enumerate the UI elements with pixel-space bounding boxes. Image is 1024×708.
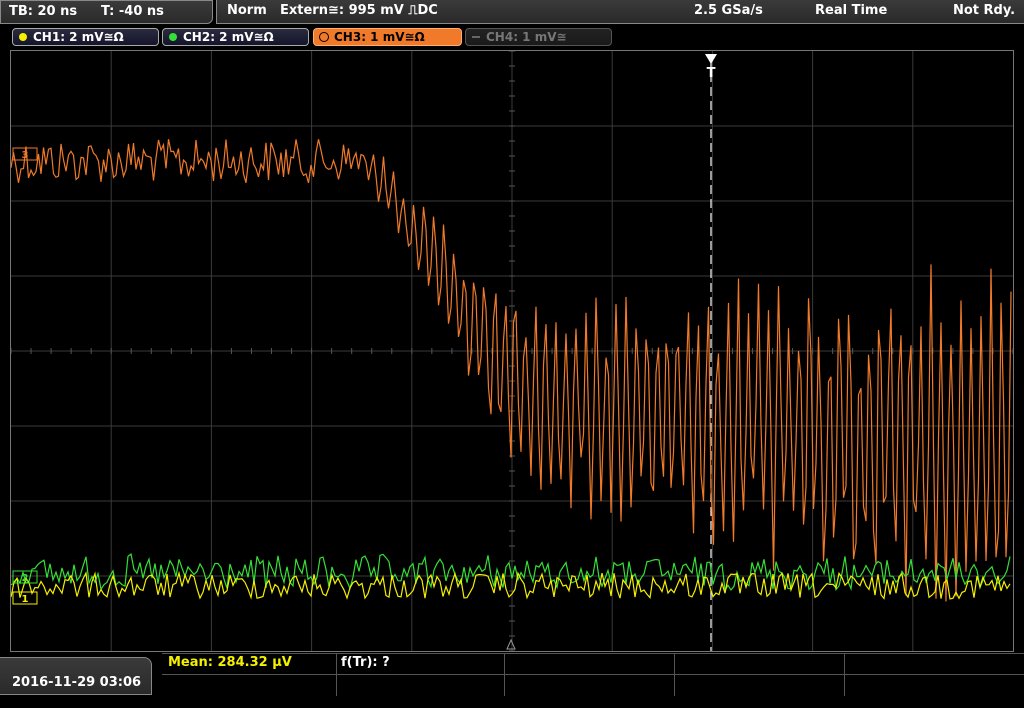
measurement-slot-8[interactable] bbox=[505, 674, 675, 696]
measurement-slot-5[interactable] bbox=[845, 654, 1024, 674]
rise-freq-value: f(Tr): ? bbox=[341, 655, 390, 670]
trigger-mode: Norm bbox=[227, 3, 267, 18]
channel-1-button[interactable]: CH1: 2 mV≅Ω bbox=[12, 28, 159, 46]
trigger-source: Extern≅: 995 mV ⎍DC bbox=[280, 3, 438, 18]
channel-2-label: CH2: 2 mV≅Ω bbox=[183, 30, 274, 44]
ch4-indicator-icon bbox=[472, 36, 480, 38]
trigger-arrow-icon[interactable] bbox=[705, 54, 717, 64]
graticule bbox=[11, 51, 1013, 651]
measurement-slot-4[interactable] bbox=[675, 654, 845, 674]
waveform-display[interactable]: T 3 2 1 bbox=[10, 50, 1014, 652]
measurement-slot-9[interactable] bbox=[675, 674, 845, 696]
measurement-slot-3[interactable] bbox=[505, 654, 675, 674]
channel-1-label: CH1: 2 mV≅Ω bbox=[33, 30, 124, 44]
channel-3-button[interactable]: CH3: 1 mV≅Ω bbox=[313, 28, 462, 46]
channel-4-button[interactable]: CH4: 1 mV≅ bbox=[465, 28, 612, 46]
sample-rate: 2.5 GSa/s bbox=[694, 3, 763, 18]
ch2-level-marker-label: 2 bbox=[22, 573, 29, 584]
measurement-slot-6[interactable] bbox=[162, 674, 337, 696]
measurement-rise-freq[interactable]: f(Tr): ? bbox=[337, 654, 505, 674]
datetime-value: 2016-11-29 03:06 bbox=[12, 675, 142, 690]
measurement-slot-10[interactable] bbox=[845, 674, 1024, 696]
ch3-waveform bbox=[11, 139, 1012, 602]
trigger-marker: T bbox=[707, 66, 716, 81]
acquisition-status-box[interactable]: Norm Extern≅: 995 mV ⎍DC 2.5 GSa/s Real … bbox=[216, 0, 1024, 24]
top-status-bar: TB: 20 ns T: -40 ns Norm Extern≅: 995 mV… bbox=[0, 0, 1024, 25]
channel-3-label: CH3: 1 mV≅Ω bbox=[334, 30, 425, 44]
ch2-indicator-icon bbox=[169, 33, 177, 41]
ch1-level-marker-label: 1 bbox=[22, 594, 29, 605]
measurement-table: Mean: 284.32 µV f(Tr): ? bbox=[162, 653, 1024, 696]
center-marker-icon bbox=[506, 638, 516, 650]
measurement-mean[interactable]: Mean: 284.32 µV bbox=[162, 654, 337, 674]
mean-value: Mean: 284.32 µV bbox=[168, 655, 292, 670]
ch3-indicator-icon bbox=[319, 32, 329, 42]
trigger-time-value: T: -40 ns bbox=[101, 4, 164, 19]
ch1-indicator-icon bbox=[19, 33, 27, 41]
acquisition-mode: Real Time bbox=[815, 3, 888, 18]
waveform-canvas[interactable]: T 3 2 1 bbox=[11, 51, 1013, 651]
bottom-bar: 2016-11-29 03:06 Mean: 284.32 µV f(Tr): … bbox=[0, 653, 1024, 696]
timebase-box[interactable]: TB: 20 ns T: -40 ns bbox=[0, 0, 213, 24]
timebase-value: TB: 20 ns bbox=[9, 4, 78, 19]
ch3-level-marker-label: 3 bbox=[22, 150, 29, 161]
ready-status: Not Rdy. bbox=[953, 3, 1016, 18]
channel-bar: CH1: 2 mV≅Ω CH2: 2 mV≅Ω CH3: 1 mV≅Ω CH4:… bbox=[0, 25, 1024, 49]
datetime-box: 2016-11-29 03:06 bbox=[0, 657, 152, 695]
channel-4-label: CH4: 1 mV≅ bbox=[486, 30, 567, 44]
channel-2-button[interactable]: CH2: 2 mV≅Ω bbox=[162, 28, 309, 46]
measurement-slot-7[interactable] bbox=[337, 674, 505, 696]
